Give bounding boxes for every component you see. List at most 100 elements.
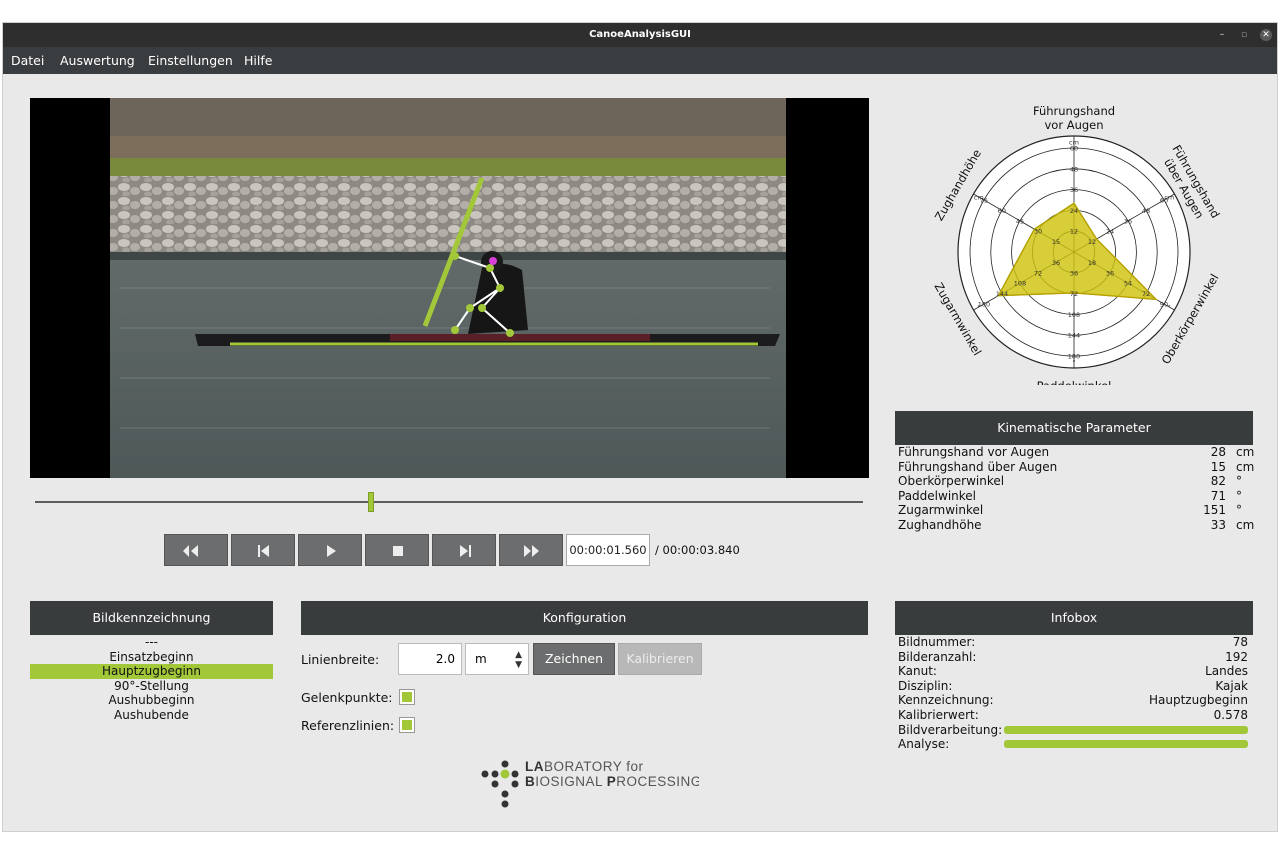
application-window: CanoeAnalysisGUI – ▫ ✕ Datei Auswertung … [2,22,1278,832]
infobox-label: Kennzeichnung: [898,693,994,708]
fast-forward-button[interactable] [499,534,563,566]
step-forward-button[interactable] [432,534,496,566]
line-width-input[interactable]: 2.0 [398,643,462,675]
frame-label-item[interactable]: Aushubbeginn [30,693,273,708]
infobox-progress-row: Bildverarbeitung: [898,723,1250,738]
kinematics-header: Kinematische Parameter [895,411,1253,445]
kinematics-radar-chart: 12 24 36 48 60 cm Führungshandvor Augen 12 24 36 4… [931,104,1222,385]
radar-tick-label: 144 [1068,332,1080,340]
unit-select-value: m [475,652,487,666]
video-frame[interactable] [30,98,869,478]
svg-text:BIOSIGNAL PROCESSING: BIOSIGNAL PROCESSING [525,774,699,789]
unit-select[interactable]: m ▲ ▼ [465,643,529,675]
kinematics-param-unit: ° [1236,503,1242,518]
frame-label-item[interactable]: 90°-Stellung [30,679,273,694]
frame-label-item[interactable]: Einsatzbeginn [30,650,273,665]
menu-hilfe[interactable]: Hilfe [244,53,272,68]
infobox-row: Kanut: Landes [898,664,1250,679]
reference-lines-checkbox[interactable] [399,717,415,733]
frame-label-list[interactable]: --- Einsatzbeginn Hauptzugbeginn 90°-Stellu… [30,635,273,723]
radar-tick-label: 30 [1034,228,1042,236]
radar-tick-label: 48 [1142,207,1150,215]
rewind-icon [183,545,198,557]
radar-tick-label: 54 [1124,280,1132,288]
progress-bar [1004,725,1248,734]
radar-tick-label: 24 [1106,228,1114,236]
menu-datei[interactable]: Datei [11,53,44,68]
radar-axis-label: Führungshandvor Augen [1033,104,1115,132]
joints-checkbox[interactable] [399,689,415,705]
infobox-value: 192 [1225,649,1248,664]
close-icon[interactable]: ✕ [1260,29,1272,41]
frame-label-item[interactable]: --- [30,635,273,650]
radar-tick-label: 36 [1106,269,1114,277]
kinematics-param-name: Zugarmwinkel [898,503,984,518]
kinematics-param-name: Führungshand über Augen [898,459,1058,474]
radar-unit-label: ° [1072,359,1075,367]
radar-tick-label: 108 [1014,280,1026,288]
kinematics-param-value: 15 [1210,459,1226,474]
radar-tick-label: 36 [1070,269,1078,277]
video-image [30,98,869,478]
radar-unit-label: ° [977,304,980,312]
timeline-slider[interactable] [35,501,863,503]
kinematics-row: Paddelwinkel 71 ° [898,489,1250,504]
frame-label-header: Bildkennzeichnung [30,601,273,635]
kinematics-list: Führungshand vor Augen 28 cm Führungshand ü… [898,445,1254,533]
radar-axis-label: Paddelwinkel [1037,379,1112,385]
svg-text:LABORATORY for: LABORATORY for [525,759,644,774]
calibrate-button[interactable]: Kalibrieren [618,643,702,675]
kinematics-param-unit: ° [1236,474,1242,489]
infobox-row: Bildnummer: 78 [898,635,1250,650]
current-time-field[interactable]: 00:00:01.560 [566,534,650,566]
window-title: CanoeAnalysisGUI [589,29,691,40]
stop-button[interactable] [365,534,429,566]
radar-tick-label: 36 [1124,217,1132,225]
kinematics-param-unit: cm [1236,445,1255,459]
title-bar: CanoeAnalysisGUI – ▫ ✕ [3,23,1277,47]
checkbox-mark [402,692,412,702]
radar-tick-label: 72 [1070,290,1078,298]
frame-label-item[interactable]: Hauptzugbeginn [30,664,273,679]
radar-unit-label: cm [1164,194,1174,202]
menu-bar: Datei Auswertung Einstellungen Hilfe [3,47,1277,74]
kinematics-param-name: Paddelwinkel [898,488,976,503]
radar-axis-label-line: Führungshand [1033,104,1115,118]
kinematics-param-name: Führungshand vor Augen [898,445,1050,459]
minimize-icon[interactable]: – [1216,29,1228,41]
rewind-button[interactable] [164,534,228,566]
step-forward-icon [460,545,471,557]
kinematics-row: Führungshand vor Augen 28 cm [898,445,1254,460]
infobox-label: Kalibrierwert: [898,707,979,722]
menu-einstellungen[interactable]: Einstellungen [148,53,233,68]
radar-tick-label: 108 [1068,311,1080,319]
radar-tick-label: 60 [998,207,1006,215]
radar-axis-label-line: Paddelwinkel [1037,379,1112,385]
spinner-arrows-icon[interactable]: ▲ ▼ [515,644,522,670]
infobox-value: Landes [1205,664,1248,679]
play-button[interactable] [298,534,362,566]
radar-tick-label: 45 [1016,217,1024,225]
infobox-row: Bilderanzahl: 192 [898,650,1250,665]
radar-tick-label: 12 [1088,238,1096,246]
maximize-icon[interactable]: ▫ [1238,29,1250,41]
kinematics-row: Zugarmwinkel 151 ° [898,503,1250,518]
configuration-header: Konfiguration [301,601,868,635]
infobox-value: 78 [1232,635,1248,649]
menu-auswertung[interactable]: Auswertung [60,53,135,68]
infobox-value: 0.578 [1213,707,1248,722]
infobox-value: Hauptzugbeginn [1149,693,1248,708]
checkbox-mark [402,720,412,730]
radar-tick-label: 36 [1070,186,1078,194]
line-width-label: Linienbreite: [301,652,380,667]
radar-unit-label: cm [974,194,984,202]
kinematics-param-name: Oberkörperwinkel [898,474,1005,489]
draw-button[interactable]: Zeichnen [533,643,615,675]
infobox-progress-label: Analyse: [898,737,950,752]
lab-logo: LABORATORY for BIOSIGNAL PROCESSING [481,759,699,808]
step-back-button[interactable] [231,534,295,566]
infobox-list: Bildnummer: 78 Bilderanzahl: 192 Kanut: Lande… [898,635,1250,752]
timeline-slider-handle[interactable] [368,492,375,512]
kinematics-row: Führungshand über Augen 15 cm [898,459,1254,475]
frame-label-item[interactable]: Aushubende [30,708,273,723]
